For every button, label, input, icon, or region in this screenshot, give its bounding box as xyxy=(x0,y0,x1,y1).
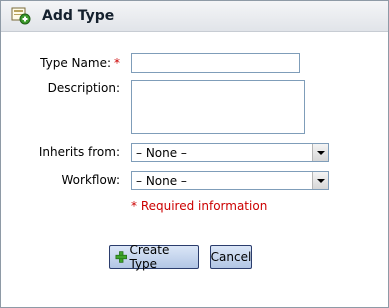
inherits-from-value: – None – xyxy=(136,146,187,160)
cancel-label: Cancel xyxy=(210,250,252,264)
create-type-label: Create Type xyxy=(129,243,170,271)
workflow-label: Workflow: xyxy=(61,173,121,187)
add-type-icon xyxy=(11,7,31,25)
plus-icon xyxy=(115,251,127,263)
form-area: Type Name: * Description: Inherits from: … xyxy=(6,33,383,307)
type-name-input[interactable] xyxy=(131,53,300,73)
cancel-button[interactable]: Cancel xyxy=(210,245,252,269)
inherits-from-label: Inherits from: xyxy=(38,145,120,159)
type-name-label: Type Name: xyxy=(40,56,111,70)
required-information-note: * Required information xyxy=(131,199,268,213)
dialog-title: Add Type xyxy=(42,8,115,24)
description-label: Description: xyxy=(47,81,120,95)
chevron-down-icon[interactable] xyxy=(312,172,328,189)
chevron-down-icon[interactable] xyxy=(312,144,328,161)
add-type-dialog: Add Type Type Name: * Description: Inheri… xyxy=(0,0,389,308)
description-textarea[interactable] xyxy=(131,80,305,134)
workflow-select[interactable]: – None – xyxy=(131,171,329,190)
title-bar: Add Type xyxy=(1,1,388,32)
type-name-label-row: Type Name: * xyxy=(6,56,120,70)
required-marker: * xyxy=(114,56,120,70)
create-type-button[interactable]: Create Type xyxy=(109,243,199,271)
workflow-value: – None – xyxy=(136,174,187,188)
inherits-from-select[interactable]: – None – xyxy=(131,143,329,162)
